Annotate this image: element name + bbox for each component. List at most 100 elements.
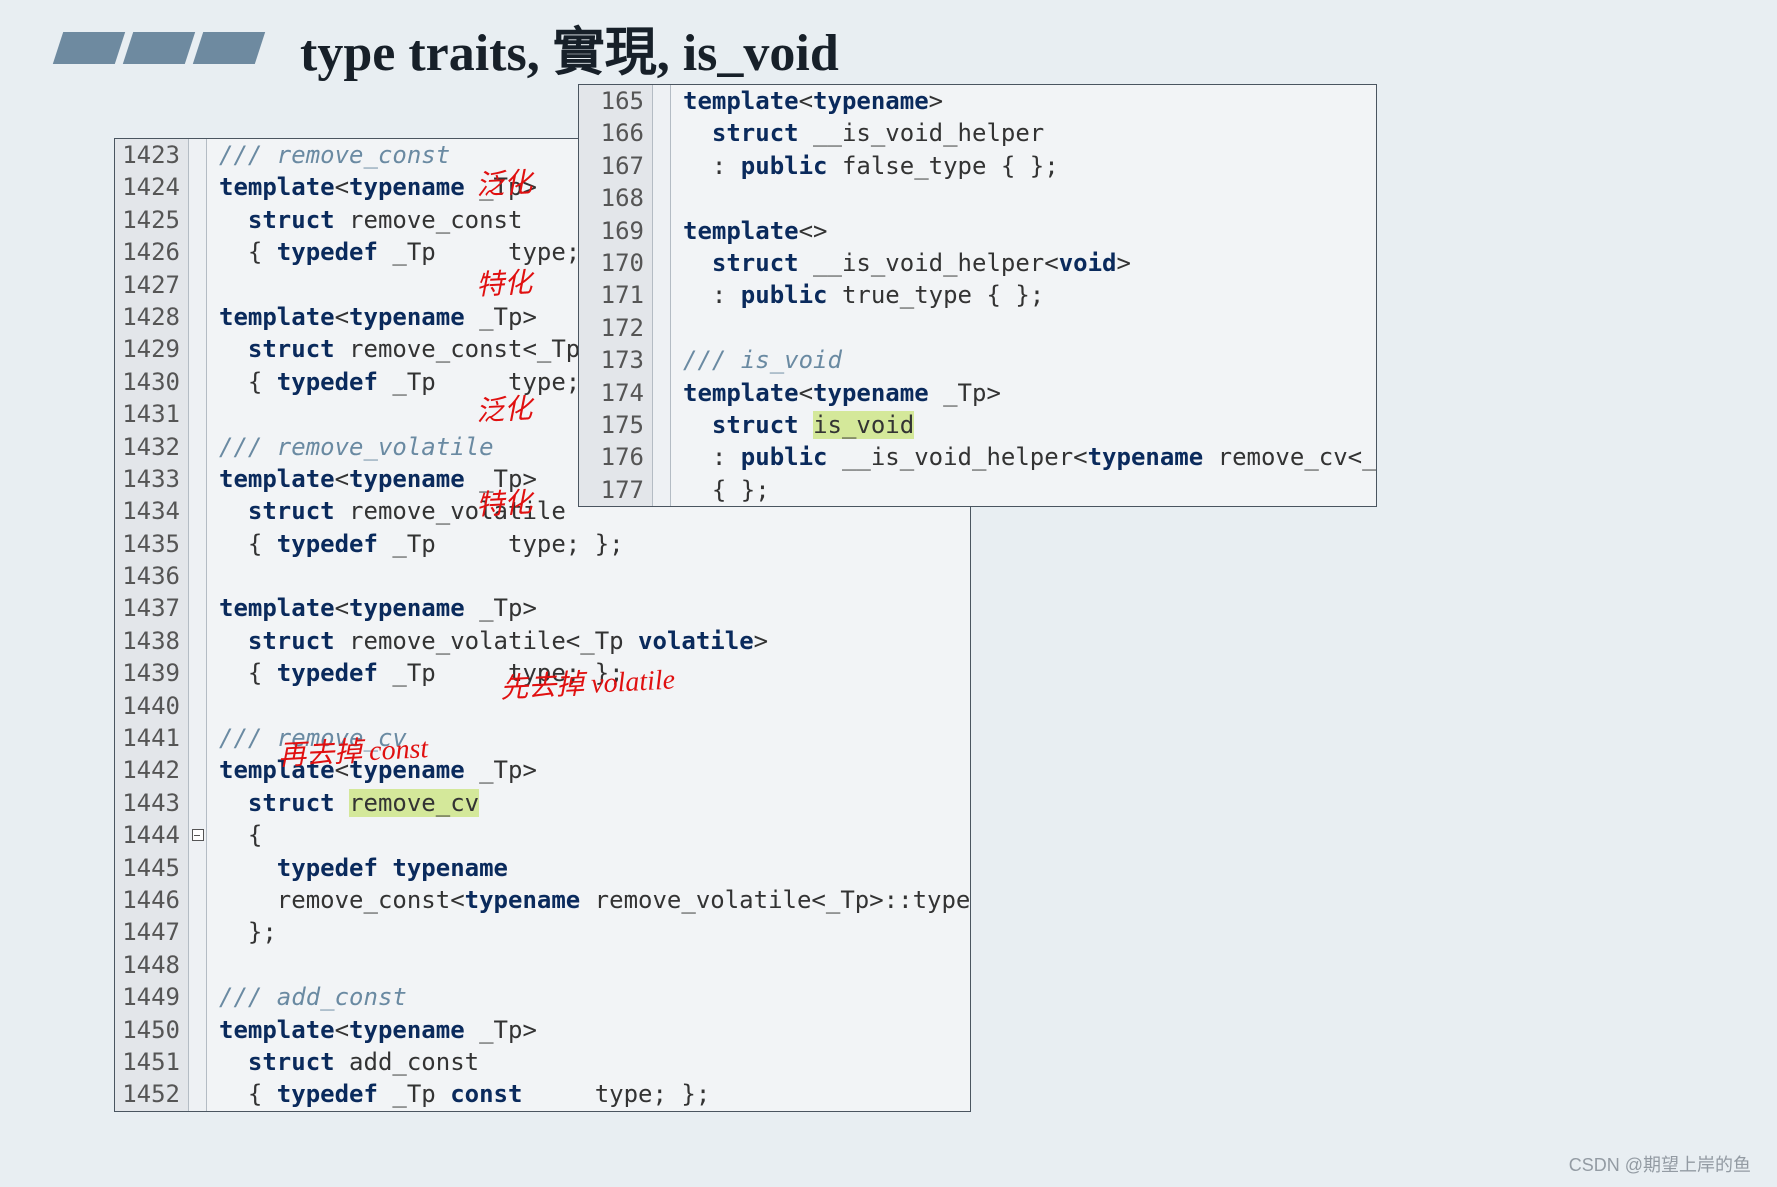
code-content: struct remove_volatile	[207, 495, 566, 527]
code-content: struct remove_const	[207, 204, 522, 236]
code-content: struct is_void	[671, 409, 914, 441]
code-content: };	[207, 916, 277, 948]
code-content	[207, 398, 219, 430]
title-decor	[58, 32, 260, 64]
fold-gutter	[189, 236, 207, 268]
fold-gutter	[189, 1014, 207, 1046]
code-content: /// remove_volatile	[207, 431, 494, 463]
fold-gutter	[189, 949, 207, 981]
code-content: : public false_type { };	[671, 150, 1059, 182]
code-content: template<typename _Tp>	[207, 592, 537, 624]
code-content	[671, 312, 683, 344]
fold-gutter	[189, 139, 207, 171]
code-line: 1452 { typedef _Tp const type; };	[115, 1078, 970, 1110]
code-line: 1436	[115, 560, 970, 592]
code-content: { typedef _Tp const type; };	[207, 1078, 710, 1110]
fold-gutter	[189, 495, 207, 527]
code-line: 1438 struct remove_volatile<_Tp volatile…	[115, 625, 970, 657]
fold-gutter	[653, 344, 671, 376]
line-number: 176	[579, 441, 653, 473]
code-content: { typedef _Tp type; };	[207, 236, 624, 268]
fold-gutter	[189, 884, 207, 916]
line-number: 166	[579, 117, 653, 149]
fold-gutter	[189, 366, 207, 398]
line-number: 1451	[115, 1046, 189, 1078]
code-content: { typedef _Tp type; };	[207, 528, 624, 560]
line-number: 1442	[115, 754, 189, 786]
fold-gutter	[653, 215, 671, 247]
fold-gutter	[189, 269, 207, 301]
code-content: template<typename _Tp>	[671, 377, 1001, 409]
fold-gutter	[189, 333, 207, 365]
code-line: 1449/// add_const	[115, 981, 970, 1013]
line-number: 172	[579, 312, 653, 344]
line-number: 1452	[115, 1078, 189, 1110]
code-content	[671, 182, 683, 214]
line-number: 167	[579, 150, 653, 182]
code-content: struct add_const	[207, 1046, 479, 1078]
code-content: typedef typename	[207, 852, 508, 884]
code-content: remove_const<typename remove_volatile<_T…	[207, 884, 971, 916]
code-line: 1437template<typename _Tp>	[115, 592, 970, 624]
code-line: 1451 struct add_const	[115, 1046, 970, 1078]
code-content	[207, 949, 219, 981]
line-number: 1427	[115, 269, 189, 301]
line-number: 168	[579, 182, 653, 214]
line-number: 174	[579, 377, 653, 409]
code-line: 1446 remove_const<typename remove_volati…	[115, 884, 970, 916]
code-content: /// is_void	[671, 344, 842, 376]
code-box-right: 165template<typename>166 struct __is_voi…	[578, 84, 1377, 507]
line-number: 1443	[115, 787, 189, 819]
line-number: 1431	[115, 398, 189, 430]
line-number: 1444	[115, 819, 189, 851]
line-number: 175	[579, 409, 653, 441]
code-content: template<typename>	[671, 85, 943, 117]
line-number: 1430	[115, 366, 189, 398]
fold-gutter	[653, 441, 671, 473]
code-line: 1439 { typedef _Tp type; };	[115, 657, 970, 689]
code-content: : public true_type { };	[671, 279, 1044, 311]
fold-gutter	[653, 312, 671, 344]
code-content: { typedef _Tp type; };	[207, 366, 624, 398]
fold-gutter	[189, 171, 207, 203]
code-line: 172	[579, 312, 1376, 344]
code-line: 1447 };	[115, 916, 970, 948]
slide-title-row: type traits, 實現, is_void	[58, 10, 839, 85]
line-number: 1446	[115, 884, 189, 916]
code-content: {	[207, 819, 262, 851]
code-line: 1443 struct remove_cv	[115, 787, 970, 819]
code-line: 1445 typedef typename	[115, 852, 970, 884]
line-number: 1439	[115, 657, 189, 689]
line-number: 177	[579, 474, 653, 506]
fold-gutter	[653, 182, 671, 214]
fold-gutter	[189, 463, 207, 495]
code-line: 1441/// remove_cv	[115, 722, 970, 754]
fold-gutter	[189, 981, 207, 1013]
fold-gutter	[189, 916, 207, 948]
code-content: template<typename _Tp>	[207, 754, 537, 786]
fold-gutter	[189, 1078, 207, 1110]
code-content	[207, 560, 219, 592]
fold-gutter	[189, 560, 207, 592]
fold-gutter	[189, 431, 207, 463]
fold-gutter	[189, 657, 207, 689]
fold-gutter	[189, 204, 207, 236]
code-content: template<typename _Tp>	[207, 1014, 537, 1046]
code-line: 1444 {	[115, 819, 970, 851]
code-content: struct remove_volatile<_Tp volatile>	[207, 625, 768, 657]
code-line: 169template<>	[579, 215, 1376, 247]
line-number: 1424	[115, 171, 189, 203]
fold-gutter	[653, 150, 671, 182]
code-line: 1448	[115, 949, 970, 981]
fold-gutter[interactable]	[189, 819, 207, 851]
code-line: 170 struct __is_void_helper<void>	[579, 247, 1376, 279]
code-content	[207, 269, 219, 301]
code-line: 171 : public true_type { };	[579, 279, 1376, 311]
code-line: 176 : public __is_void_helper<typename r…	[579, 441, 1376, 473]
fold-gutter	[189, 398, 207, 430]
code-content: template<typename _Tp>	[207, 463, 537, 495]
code-line: 167 : public false_type { };	[579, 150, 1376, 182]
line-number: 1436	[115, 560, 189, 592]
watermark: CSDN @期望上岸的鱼	[1569, 1151, 1751, 1177]
code-content: /// remove_cv	[207, 722, 407, 754]
